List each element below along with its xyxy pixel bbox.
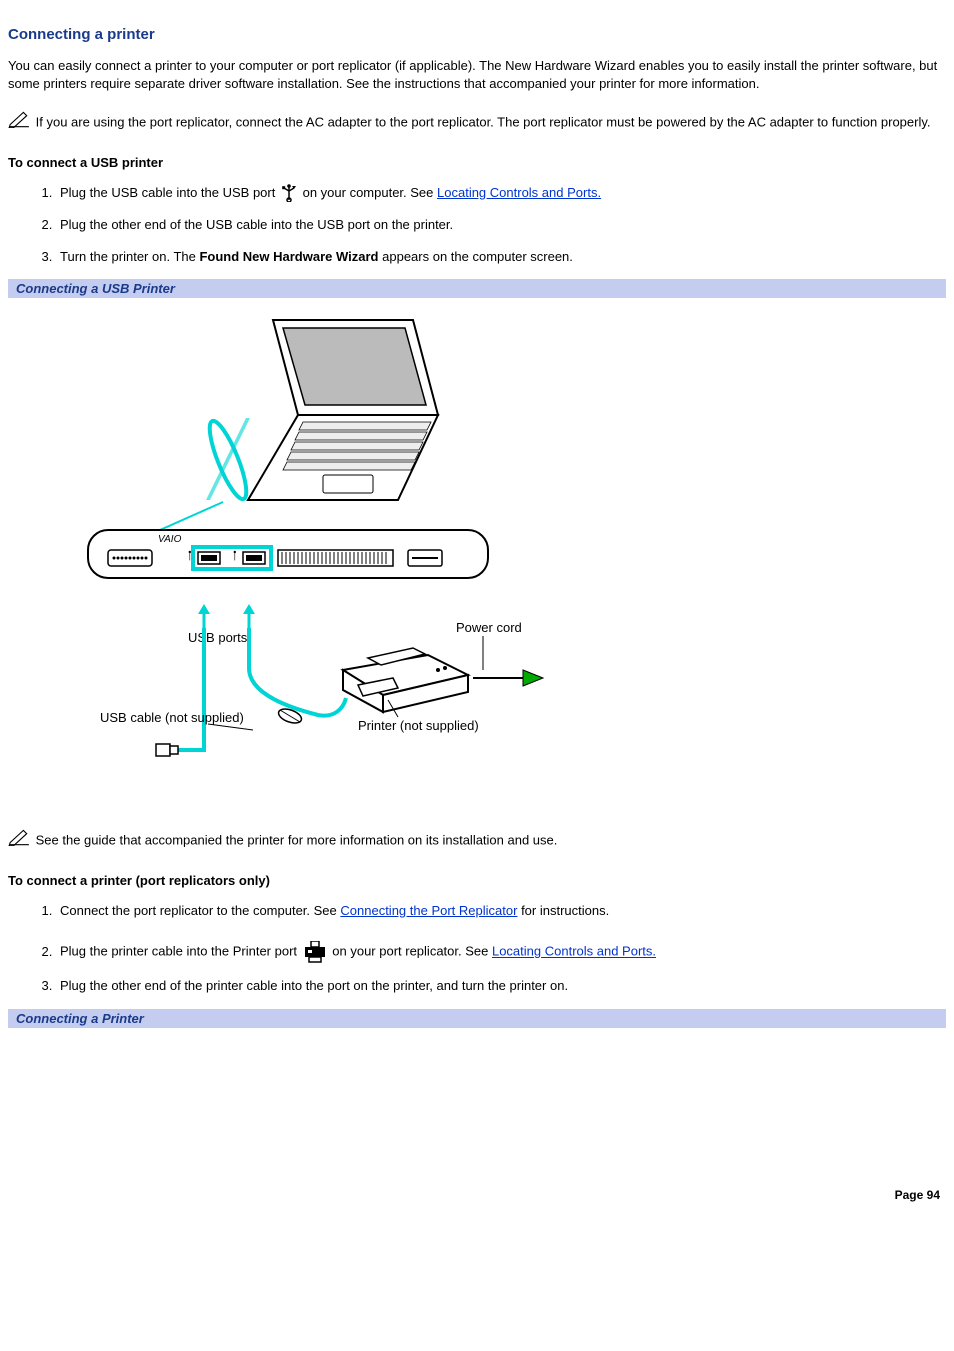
step-text: for instructions. <box>521 903 609 918</box>
replicator-heading: To connect a printer (port replicators o… <box>8 873 946 888</box>
step-text: Turn the printer on. The <box>60 249 199 264</box>
step-text: on your computer. See <box>303 185 437 200</box>
page-number: Page 94 <box>8 1188 946 1202</box>
replicator-step-3: Plug the other end of the printer cable … <box>56 977 946 995</box>
section-title: Connecting a printer <box>8 26 946 43</box>
link-connecting-port-replicator[interactable]: Connecting the Port Replicator <box>340 903 517 918</box>
step-text: on your port replicator. See <box>332 944 492 959</box>
replicator-step-2: Plug the printer cable into the Printer … <box>56 941 946 963</box>
intro-paragraph: You can easily connect a printer to your… <box>8 57 946 92</box>
link-locating-controls[interactable]: Locating Controls and Ports. <box>437 185 601 200</box>
note-text: If you are using the port replicator, co… <box>36 115 931 130</box>
usb-steps-list: Plug the USB cable into the USB port on … <box>8 184 946 266</box>
note-text: See the guide that accompanied the print… <box>36 833 558 848</box>
usb-step-1: Plug the USB cable into the USB port on … <box>56 184 946 203</box>
step-text: Plug the printer cable into the Printer … <box>60 944 301 959</box>
vaio-label: VAIO <box>158 534 182 545</box>
replicator-steps-list: Connect the port replicator to the compu… <box>8 902 946 995</box>
usb-step-3: Turn the printer on. The Found New Hardw… <box>56 248 946 266</box>
step-text: Plug the USB cable into the USB port <box>60 185 279 200</box>
step-text: appears on the computer screen. <box>382 249 573 264</box>
usb-heading: To connect a USB printer <box>8 155 946 170</box>
label-printer: Printer (not supplied) <box>358 718 479 733</box>
usb-port-icon <box>281 184 297 202</box>
usb-step-2: Plug the other end of the USB cable into… <box>56 216 946 234</box>
replicator-step-1: Connect the port replicator to the compu… <box>56 902 946 920</box>
figure-caption-usb: Connecting a USB Printer <box>8 279 946 298</box>
printer-port-icon <box>303 941 327 963</box>
step-bold: Found New Hardware Wizard <box>199 249 378 264</box>
link-locating-controls-2[interactable]: Locating Controls and Ports. <box>492 944 656 959</box>
note-replicator-power: If you are using the port replicator, co… <box>8 112 946 135</box>
pencil-note-icon <box>8 110 30 133</box>
label-power-cord: Power cord <box>456 620 522 635</box>
figure-caption-printer: Connecting a Printer <box>8 1009 946 1028</box>
step-text: Connect the port replicator to the compu… <box>60 903 340 918</box>
pencil-note-icon <box>8 828 30 851</box>
label-usb-cable: USB cable (not supplied) <box>100 710 244 725</box>
label-usb-ports: USB ports <box>188 630 248 645</box>
figure-usb-printer: VAIO <box>8 298 946 810</box>
note-printer-guide: See the guide that accompanied the print… <box>8 830 946 853</box>
